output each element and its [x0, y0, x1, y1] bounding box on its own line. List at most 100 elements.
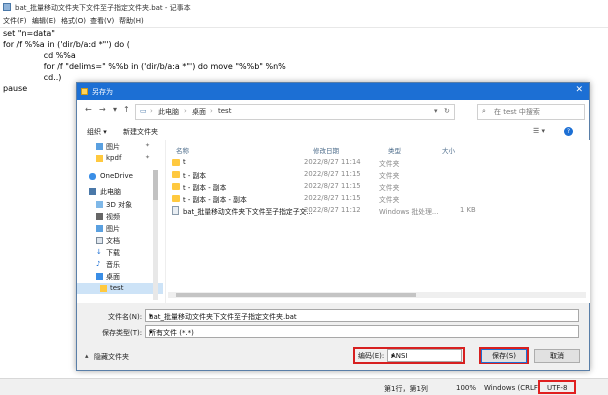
forward-arrow-icon[interactable]: → — [99, 105, 106, 114]
pictures-icon — [96, 143, 103, 150]
back-arrow-icon[interactable]: ← — [85, 105, 92, 114]
tree-item-videos[interactable]: 视频 — [77, 211, 163, 222]
menu-file[interactable]: 文件(F) — [3, 16, 27, 26]
downloads-icon: ↓ — [96, 248, 102, 256]
folder-icon — [100, 285, 107, 292]
folder-icon — [172, 159, 180, 166]
filetype-label: 保存类型(T): — [102, 329, 143, 337]
tree-item-music[interactable]: ♪ 音乐 — [77, 259, 163, 270]
file-row[interactable]: t - 副本 - 副本 2022/8/27 11:15 文件夹 — [170, 181, 500, 192]
tree-item-this-pc[interactable]: 此电脑 — [77, 186, 163, 197]
tree-item-kpdf[interactable]: kpdf ✦ — [77, 153, 163, 164]
folder-icon — [96, 155, 103, 162]
close-icon[interactable]: ✕ — [575, 85, 583, 95]
chevron-down-icon[interactable]: ▾ — [391, 352, 458, 360]
pin-icon: ✦ — [145, 154, 151, 161]
dialog-title-bar: 另存为 ✕ — [77, 83, 589, 100]
folder-icon — [172, 171, 180, 178]
videos-icon — [96, 213, 103, 220]
documents-icon — [96, 237, 103, 244]
tree-item-downloads[interactable]: ↓ 下载 — [77, 247, 163, 258]
computer-icon: ▭ — [140, 107, 147, 115]
column-size[interactable]: 大小 — [442, 145, 455, 155]
zoom-level: 100% — [456, 384, 477, 392]
batch-file-icon — [172, 206, 179, 215]
column-date[interactable]: 修改日期 — [313, 145, 339, 155]
horizontal-scrollbar-thumb[interactable] — [176, 293, 416, 297]
file-row[interactable]: t 2022/8/27 11:14 文件夹 — [170, 157, 500, 168]
pictures-icon — [96, 225, 103, 232]
column-name[interactable]: 名称 — [176, 145, 189, 155]
onedrive-icon — [89, 173, 96, 180]
file-row[interactable]: bat_批量移动文件夹下文件至子指定子文... 2022/8/27 11:12 … — [170, 205, 500, 216]
address-row: ← → ▾ ↑ ▭ › 此电脑 › 桌面 › test ▾ ↻ ⌕ 在 test… — [77, 100, 589, 122]
tree-item-pictures-quick[interactable]: 图片 ✦ — [77, 141, 163, 152]
line-ending: Windows (CRLF) — [484, 384, 541, 392]
pin-icon: ✦ — [145, 142, 151, 149]
tree-item-desktop[interactable]: 桌面 — [77, 271, 163, 282]
organize-button[interactable]: 组织 ▾ — [87, 127, 107, 137]
notepad-icon — [3, 3, 11, 11]
search-icon: ⌕ — [482, 107, 486, 115]
cancel-button[interactable]: 取消 — [534, 349, 580, 363]
cursor-position: 第1行，第1列 — [384, 385, 428, 393]
file-row[interactable]: t - 副本 - 副本 - 副本 2022/8/27 11:15 文件夹 — [170, 193, 500, 204]
refresh-icon[interactable]: ↻ — [444, 107, 450, 115]
breadcrumb-desktop[interactable]: 桌面 — [192, 107, 206, 117]
address-bar[interactable]: ▭ › 此电脑 › 桌面 › test ▾ ↻ — [135, 104, 455, 120]
status-encoding: UTF-8 — [547, 384, 568, 392]
tree-item-test[interactable]: test — [77, 283, 163, 294]
file-row[interactable]: t - 副本 2022/8/27 11:15 文件夹 — [170, 169, 500, 180]
desktop-icon — [96, 273, 103, 280]
search-placeholder: 在 test 中搜索 — [494, 108, 540, 116]
save-button[interactable]: 保存(S) — [481, 349, 527, 363]
code-line: cd..) — [3, 73, 62, 82]
status-bar: 第1行，第1列 100% Windows (CRLF) UTF-8 — [0, 378, 608, 395]
code-line: for /f %%a in ('dir/b/a:d *"') do ( — [3, 40, 130, 49]
dialog-folder-icon — [81, 88, 88, 95]
column-type[interactable]: 类型 — [388, 145, 401, 155]
chevron-up-icon[interactable]: ▴ — [85, 352, 89, 360]
code-line: cd %%a — [3, 51, 76, 60]
filename-input[interactable]: bat_批量移动文件夹下文件至子指定文件夹.bat ▾ — [145, 309, 579, 322]
dropdown-arrow-icon[interactable]: ▾ — [113, 105, 117, 114]
tree-item-pictures[interactable]: 图片 — [77, 223, 163, 234]
tree-item-onedrive[interactable]: OneDrive — [77, 171, 163, 182]
breadcrumb-this-pc[interactable]: 此电脑 — [158, 107, 179, 117]
toolbar: 组织 ▾ 新建文件夹 ☰ ▾ ? — [77, 122, 589, 140]
dialog-title: 另存为 — [92, 88, 113, 96]
chevron-down-icon[interactable]: ▾ — [434, 107, 438, 115]
folder-icon — [172, 195, 180, 202]
nav-scrollbar-thumb[interactable] — [153, 170, 158, 200]
up-arrow-icon[interactable]: ↑ — [123, 105, 130, 114]
filename-label: 文件名(N): — [108, 313, 143, 321]
menu-edit[interactable]: 编辑(E) — [32, 16, 56, 26]
chevron-down-icon[interactable]: ▾ — [149, 312, 575, 320]
code-line: pause — [3, 84, 28, 93]
breadcrumb-test[interactable]: test — [218, 107, 231, 115]
view-options-icon[interactable]: ☰ ▾ — [533, 127, 545, 135]
tree-item-documents[interactable]: 文档 — [77, 235, 163, 246]
menu-help[interactable]: 帮助(H) — [119, 16, 144, 26]
file-list: 名称 修改日期 类型 大小 t 2022/8/27 11:14 文件夹 t - … — [165, 140, 590, 303]
notepad-title-bar: bat_批量移动文件夹下文件至子指定文件夹.bat - 记事本 — [0, 0, 608, 14]
hide-folders-toggle[interactable]: 隐藏文件夹 — [94, 352, 129, 362]
help-icon[interactable]: ? — [564, 127, 573, 136]
menu-view[interactable]: 查看(V) — [90, 16, 114, 26]
music-icon: ♪ — [96, 260, 101, 268]
encoding-label: 编码(E): — [358, 352, 385, 360]
code-line: for /f "delims=" %%b in ('dir/b/a:a *"')… — [3, 62, 286, 71]
3d-objects-icon — [96, 201, 103, 208]
computer-icon — [89, 188, 96, 195]
tree-item-3d-objects[interactable]: 3D 对象 — [77, 199, 163, 210]
search-input[interactable]: ⌕ 在 test 中搜索 — [477, 104, 585, 120]
encoding-select[interactable]: ANSI ▾ — [387, 349, 462, 362]
menu-bar: 文件(F) 编辑(E) 格式(O) 查看(V) 帮助(H) — [0, 14, 608, 28]
window-title: bat_批量移动文件夹下文件至子指定文件夹.bat - 记事本 — [15, 4, 191, 12]
menu-format[interactable]: 格式(O) — [61, 16, 86, 26]
chevron-down-icon[interactable]: ▾ — [149, 328, 575, 336]
navigation-pane: 图片 ✦ kpdf ✦ OneDrive 此电脑 3D 对象 视频 图片 文档 … — [77, 140, 165, 303]
filetype-select[interactable]: 所有文件 (*.*) ▾ — [145, 325, 579, 338]
folder-icon — [172, 183, 180, 190]
new-folder-button[interactable]: 新建文件夹 — [123, 127, 158, 137]
